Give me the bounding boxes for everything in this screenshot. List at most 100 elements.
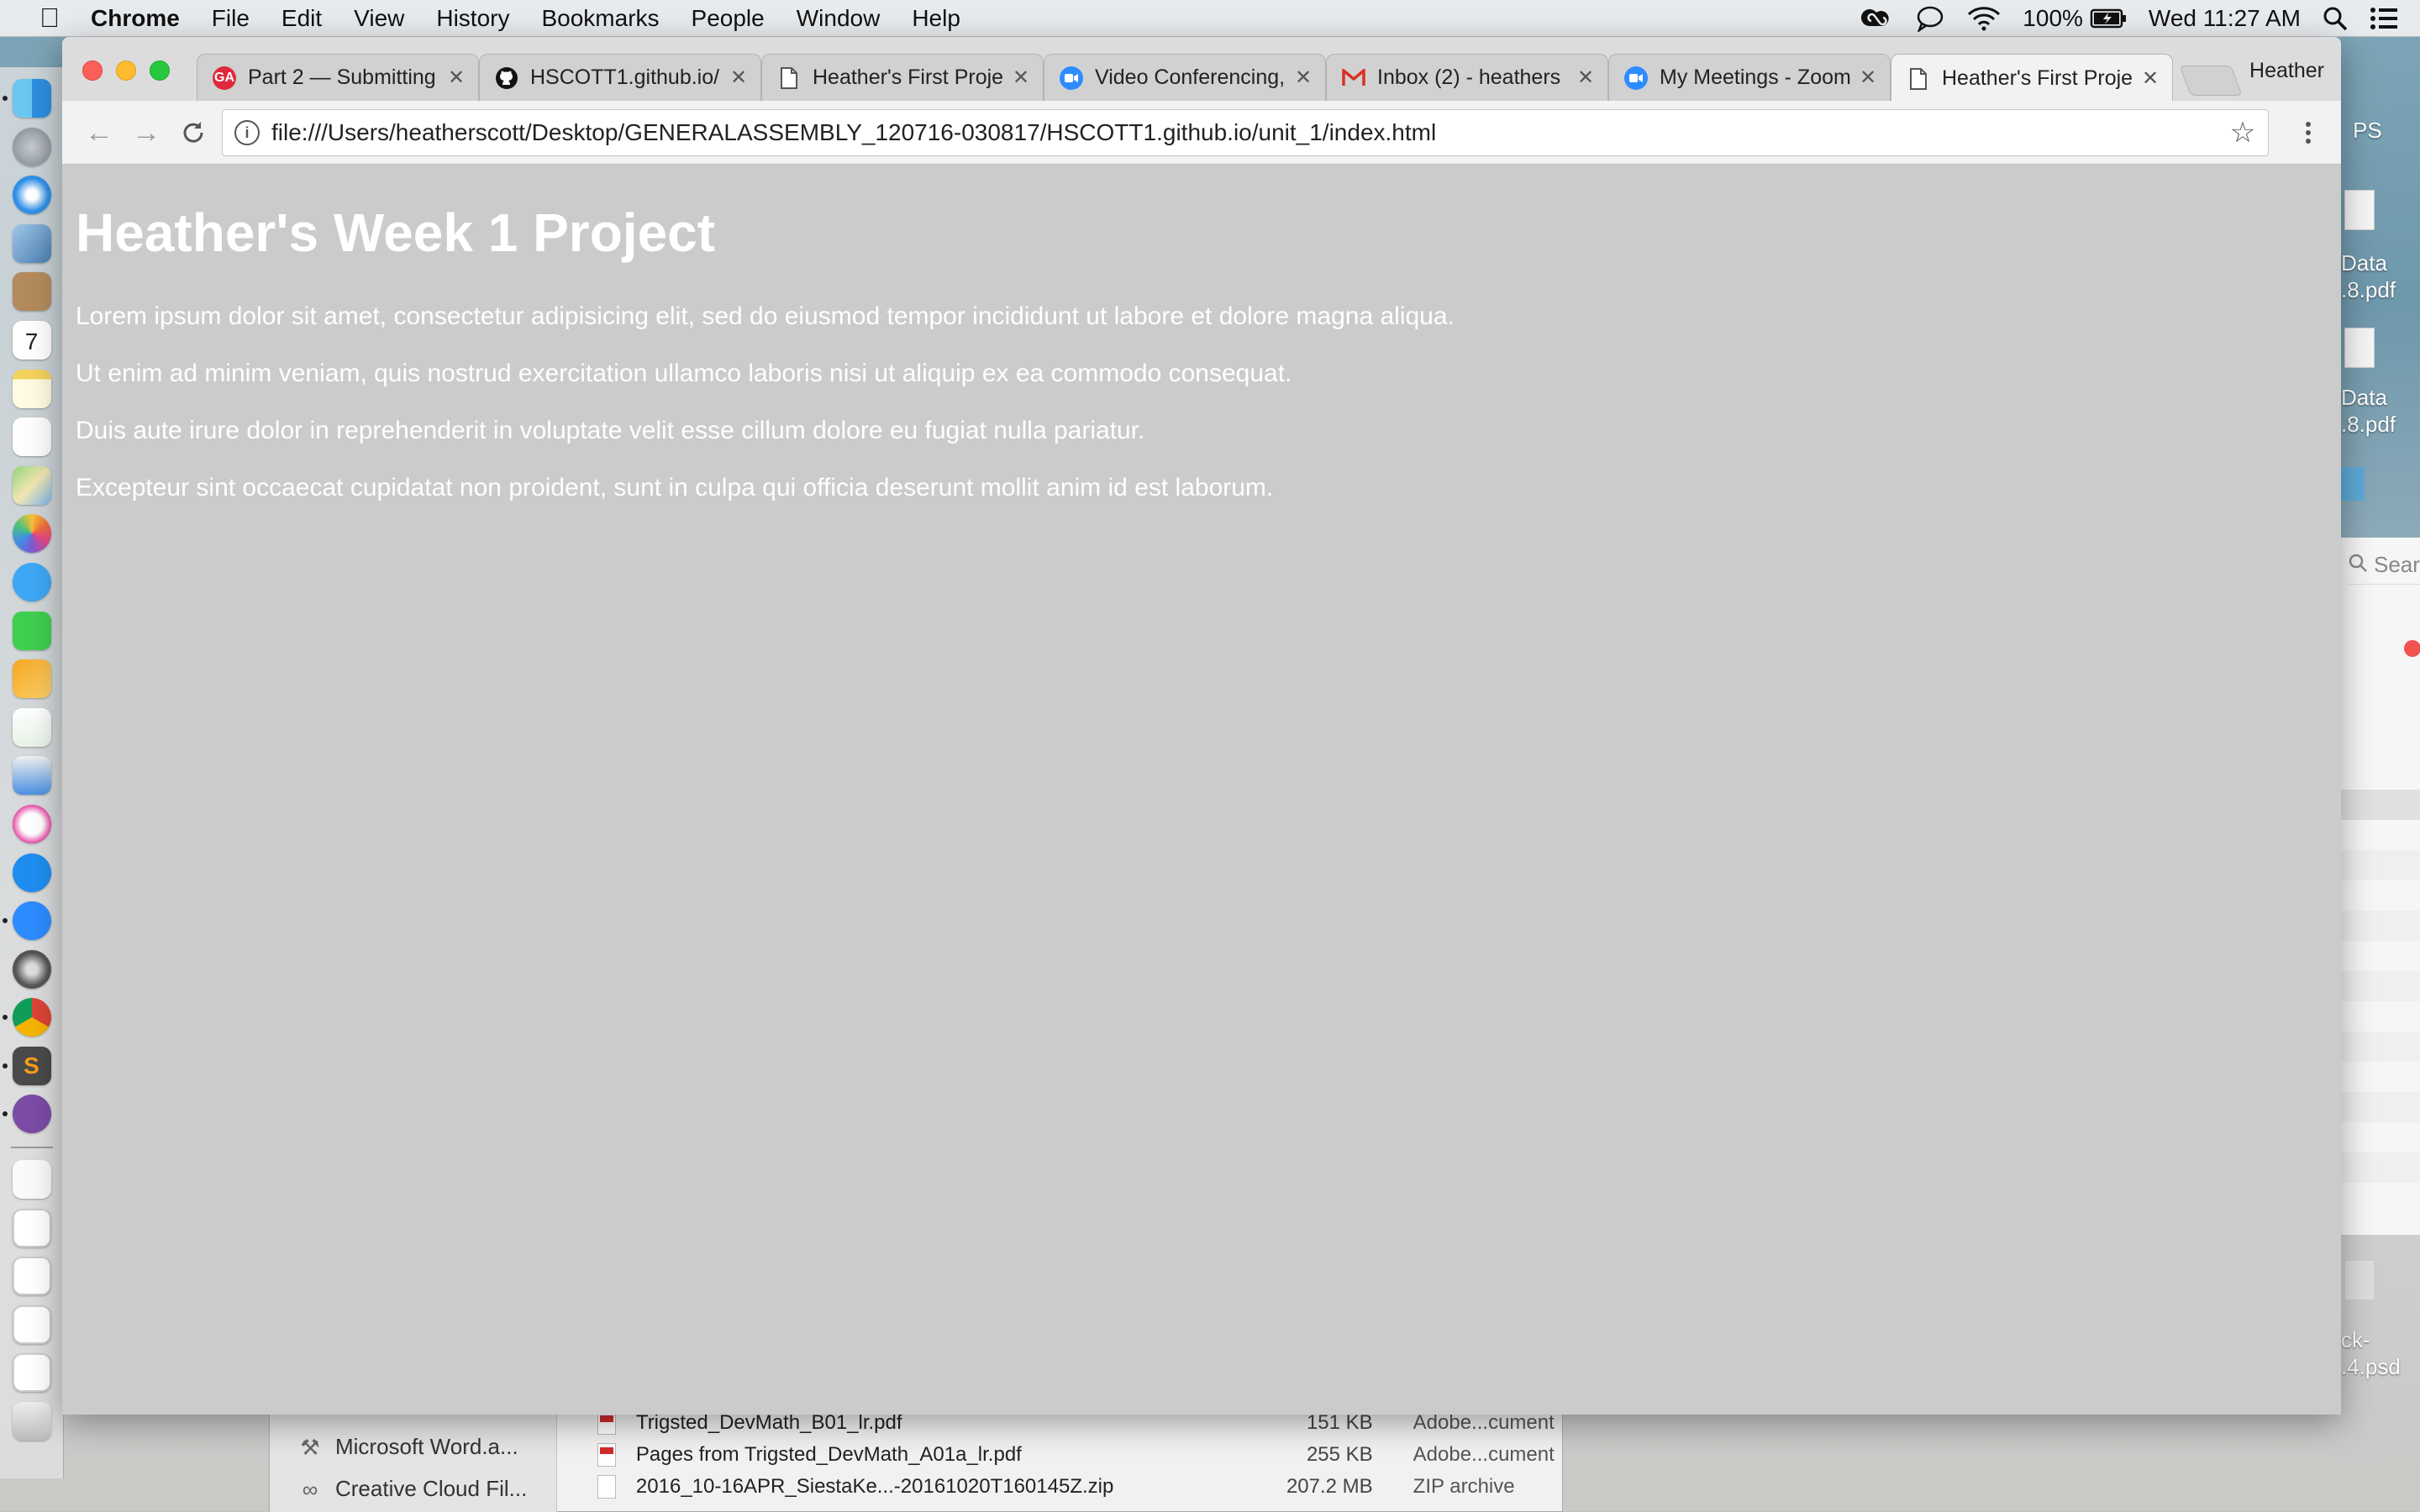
menu-view[interactable]: View (354, 5, 404, 32)
minimize-window-button[interactable] (116, 60, 136, 81)
contacts-icon[interactable] (12, 272, 51, 312)
reload-button[interactable] (175, 114, 212, 151)
apple-menu-icon[interactable]:  (32, 3, 67, 34)
tab-github-io[interactable]: HSCOTT1.github.io/ ✕ (479, 54, 761, 101)
desktop-file-icon[interactable] (2344, 328, 2375, 368)
messages-icon[interactable] (12, 562, 51, 601)
zoom-icon (1624, 66, 1648, 90)
back-button[interactable]: ← (81, 114, 118, 151)
close-window-button[interactable] (82, 60, 103, 81)
numbers-icon[interactable] (12, 707, 51, 747)
finder-icon[interactable] (2, 79, 51, 118)
menu-people[interactable]: People (692, 5, 765, 32)
applications-icon: ⚒ (300, 1434, 320, 1460)
desktop-file-label[interactable]: Data (2341, 385, 2420, 411)
file-row[interactable]: 2016_10-16APR_SiestaKe...-20161020T16014… (597, 1471, 1564, 1503)
minimized-window-icon[interactable] (12, 1208, 51, 1247)
app-store-icon[interactable] (12, 853, 51, 892)
profile-button[interactable]: Heather (2249, 59, 2324, 83)
close-tab-icon[interactable]: ✕ (1293, 66, 1313, 90)
background-search-field[interactable]: Sear (2349, 546, 2420, 585)
menu-edit[interactable]: Edit (281, 5, 322, 32)
tab-my-meetings-zoom[interactable]: My Meetings - Zoom ✕ (1608, 54, 1891, 101)
list-stripe (2340, 971, 2420, 1001)
keynote-icon[interactable] (12, 756, 51, 795)
finder-sidebar-item[interactable]: ⚒ Microsoft Word.a... (298, 1434, 518, 1460)
document-stack-icon[interactable] (12, 1160, 51, 1200)
preview-icon[interactable] (12, 223, 51, 263)
calendar-icon[interactable]: 7 (12, 320, 51, 360)
menu-window[interactable]: Window (797, 5, 881, 32)
system-preferences-icon[interactable] (12, 949, 51, 989)
menu-app-name[interactable]: Chrome (91, 5, 180, 32)
close-tab-icon[interactable]: ✕ (2140, 66, 2160, 91)
github-desktop-icon[interactable] (2, 1095, 51, 1134)
forward-button[interactable]: → (128, 114, 165, 151)
file-row[interactable]: Pages from Trigsted_DevMath_A01a_lr.pdf … (597, 1439, 1564, 1471)
file-size: 255 KB (1306, 1443, 1373, 1466)
zip-file-icon (597, 1475, 616, 1499)
minimized-window-icon[interactable] (12, 1353, 51, 1393)
trash-icon[interactable] (12, 1402, 51, 1441)
spotlight-search-icon[interactable] (2323, 6, 2348, 31)
clock[interactable]: Wed 11:27 AM (2149, 5, 2301, 32)
safari-icon[interactable] (12, 176, 51, 215)
zoom-window-button[interactable] (150, 60, 170, 81)
menu-history[interactable]: History (436, 5, 509, 32)
address-bar[interactable]: i file:///Users/heatherscott/Desktop/GEN… (222, 109, 2269, 156)
minimized-window-icon[interactable] (12, 1305, 51, 1344)
menu-file[interactable]: File (212, 5, 250, 32)
desktop-file-label[interactable]: .8.pdf (2341, 277, 2420, 303)
battery-icon[interactable] (2090, 8, 2127, 29)
wifi-icon[interactable] (1967, 6, 2001, 31)
sublime-text-icon[interactable]: S (2, 1046, 51, 1085)
finder-window: ⚒ Microsoft Word.a... ∞ Creative Cloud F… (269, 1403, 1563, 1512)
site-info-icon[interactable]: i (234, 120, 260, 145)
notes-icon[interactable] (12, 369, 51, 408)
notification-center-icon[interactable] (2370, 7, 2398, 30)
chrome-icon[interactable] (2, 998, 51, 1037)
close-tab-icon[interactable]: ✕ (729, 66, 749, 90)
close-tab-icon[interactable]: ✕ (1858, 66, 1878, 90)
desktop-file-label[interactable]: .4.psd (2341, 1354, 2420, 1380)
bookmark-star-icon[interactable]: ☆ (2224, 116, 2261, 150)
page-icon (777, 66, 801, 90)
facetime-icon[interactable] (12, 611, 51, 650)
close-tab-icon[interactable]: ✕ (446, 66, 466, 90)
photos-icon[interactable] (12, 514, 51, 554)
url-text[interactable]: file:///Users/heatherscott/Desktop/GENER… (271, 119, 2224, 146)
creative-cloud-icon[interactable] (1860, 6, 1893, 31)
desktop-file-icon[interactable] (2344, 1260, 2375, 1300)
list-stripe (2340, 911, 2420, 941)
running-indicator (2, 1063, 8, 1068)
tab-video-conferencing[interactable]: Video Conferencing, ✕ (1044, 54, 1326, 101)
page-paragraph: Ut enim ad minim veniam, quis nostrud ex… (76, 360, 1292, 388)
menu-bar:  Chrome File Edit View History Bookmark… (0, 0, 2420, 37)
finder-sidebar-item[interactable]: ∞ Creative Cloud Fil... (298, 1476, 528, 1502)
new-tab-button[interactable] (2179, 66, 2243, 96)
reminders-icon[interactable] (12, 417, 51, 457)
tab-title: Video Conferencing, (1095, 66, 1286, 89)
battery-percent[interactable]: 100% (2023, 5, 2083, 32)
menu-help[interactable]: Help (912, 5, 960, 32)
tab-heathers-first-project[interactable]: Heather's First Proje ✕ (761, 54, 1044, 101)
itunes-icon[interactable] (12, 804, 51, 843)
messages-status-icon[interactable] (1915, 5, 1945, 32)
tab-gmail-inbox[interactable]: Inbox (2) - heathers ✕ (1326, 54, 1608, 101)
zoom-icon[interactable] (2, 901, 51, 941)
close-tab-icon[interactable]: ✕ (1576, 66, 1596, 90)
desktop-file-label[interactable]: Data (2341, 250, 2420, 276)
list-stripe (2340, 1032, 2420, 1062)
tab-part-2-submitting[interactable]: GA Part 2 — Submitting ✕ (197, 54, 479, 101)
menu-bookmarks[interactable]: Bookmarks (541, 5, 659, 32)
chrome-menu-button[interactable] (2296, 114, 2321, 151)
maps-icon[interactable] (12, 465, 51, 505)
close-tab-icon[interactable]: ✕ (1011, 66, 1031, 90)
desktop-file-label[interactable]: .8.pdf (2341, 412, 2420, 438)
desktop-file-icon[interactable] (2344, 190, 2375, 230)
desktop-file-label[interactable]: ck- (2341, 1327, 2420, 1353)
launchpad-icon[interactable] (12, 127, 51, 166)
tab-heathers-first-project-active[interactable]: Heather's First Proje ✕ (1891, 54, 2173, 102)
minimized-window-icon[interactable] (12, 1257, 51, 1296)
pages-icon[interactable] (12, 659, 51, 699)
